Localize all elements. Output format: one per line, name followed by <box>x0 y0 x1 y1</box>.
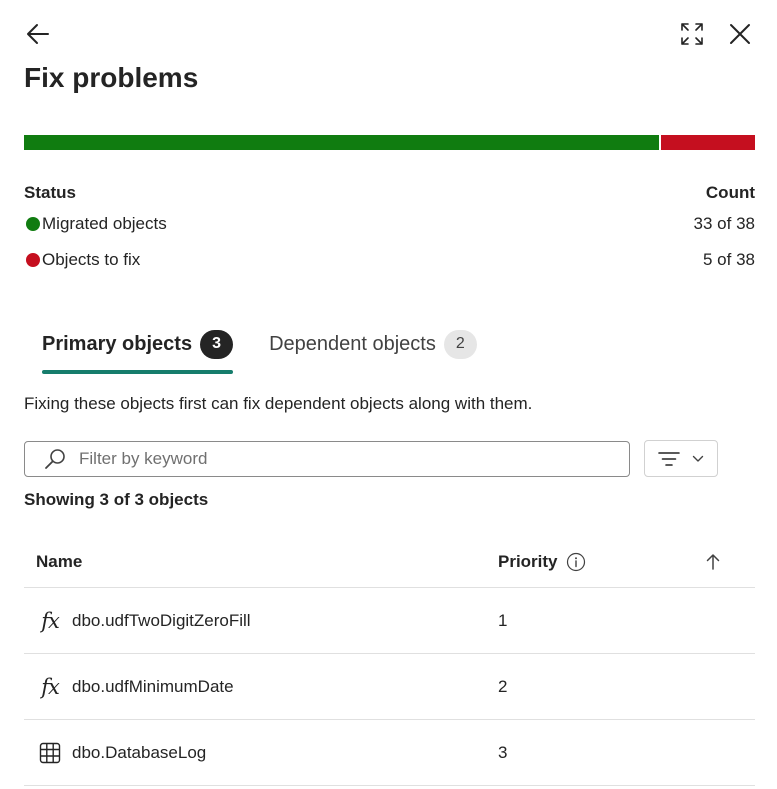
filter-button[interactable] <box>644 440 718 477</box>
function-icon: fx <box>41 674 60 699</box>
tab-description: Fixing these objects first can fix depen… <box>24 394 533 413</box>
results-count: Showing 3 of 3 objects <box>24 490 209 509</box>
arrow-left-icon <box>27 24 49 44</box>
expand-icon <box>681 23 703 45</box>
search-input[interactable] <box>79 449 579 469</box>
migrated-segment <box>24 135 659 150</box>
table-icon <box>38 741 62 765</box>
priority-column-header[interactable]: Priority <box>498 552 755 572</box>
status-column-header: Status <box>24 183 76 202</box>
fix-problems-panel: Fix problems Status Count Migrated objec… <box>0 0 777 789</box>
tab-label: Primary objects <box>42 332 193 355</box>
priority-cell: 1 <box>498 610 508 630</box>
info-icon[interactable] <box>566 552 586 572</box>
migration-progress-bar <box>24 135 755 150</box>
tab-dependent-objects[interactable]: Dependent objects 2 <box>251 326 495 362</box>
status-label: Migrated objects <box>42 214 167 233</box>
column-header-label: Priority <box>498 552 558 571</box>
close-icon <box>730 24 750 44</box>
priority-cell: 2 <box>498 676 508 696</box>
status-label: Objects to fix <box>42 250 141 269</box>
status-summary: Status Count Migrated objects 33 of 38 O… <box>24 182 755 278</box>
objects-table: Name Priority fx dbo.udfTwoDigitZeroFill… <box>24 537 755 786</box>
tab-primary-objects[interactable]: Primary objects 3 <box>24 326 251 374</box>
object-tabs: Primary objects 3 Dependent objects 2 <box>24 326 495 376</box>
status-count: 5 of 38 <box>703 250 755 269</box>
tab-count-badge: 3 <box>200 329 234 359</box>
object-name: dbo.DatabaseLog <box>72 742 207 762</box>
chevron-down-icon <box>692 455 704 462</box>
filter-lines-icon <box>658 451 680 466</box>
column-header-label: Name <box>36 552 83 571</box>
search-icon <box>45 449 65 469</box>
close-button[interactable] <box>724 18 756 50</box>
status-row-to-fix: Objects to fix 5 of 38 <box>24 242 755 278</box>
table-header-row: Name Priority <box>24 537 755 588</box>
name-cell: fx dbo.udfTwoDigitZeroFill <box>24 609 498 633</box>
arrow-up-icon <box>706 554 720 570</box>
search-box <box>24 441 630 477</box>
tab-label: Dependent objects <box>269 332 436 355</box>
to-fix-segment <box>660 135 755 150</box>
status-header-row: Status Count <box>24 182 755 204</box>
table-row[interactable]: dbo.DatabaseLog 3 <box>24 720 755 786</box>
object-name: dbo.udfMinimumDate <box>72 676 234 696</box>
name-column-header[interactable]: Name <box>24 552 498 572</box>
table-row[interactable]: fx dbo.udfTwoDigitZeroFill 1 <box>24 588 755 654</box>
sort-ascending-button[interactable] <box>705 553 721 571</box>
count-column-header: Count <box>705 183 755 202</box>
name-cell: fx dbo.udfMinimumDate <box>24 675 498 699</box>
name-cell: dbo.DatabaseLog <box>24 741 498 765</box>
green-status-dot-icon <box>26 217 40 231</box>
expand-button[interactable] <box>676 18 708 50</box>
tab-count-badge: 2 <box>443 329 477 359</box>
status-row-migrated: Migrated objects 33 of 38 <box>24 206 755 242</box>
object-name: dbo.udfTwoDigitZeroFill <box>72 610 251 630</box>
active-tab-indicator <box>42 370 234 374</box>
priority-cell: 3 <box>498 742 508 762</box>
red-status-dot-icon <box>26 253 40 267</box>
page-title: Fix problems <box>24 62 199 93</box>
back-button[interactable] <box>22 18 54 50</box>
function-icon: fx <box>41 608 60 633</box>
status-count: 33 of 38 <box>693 214 755 233</box>
table-row[interactable]: fx dbo.udfMinimumDate 2 <box>24 654 755 720</box>
